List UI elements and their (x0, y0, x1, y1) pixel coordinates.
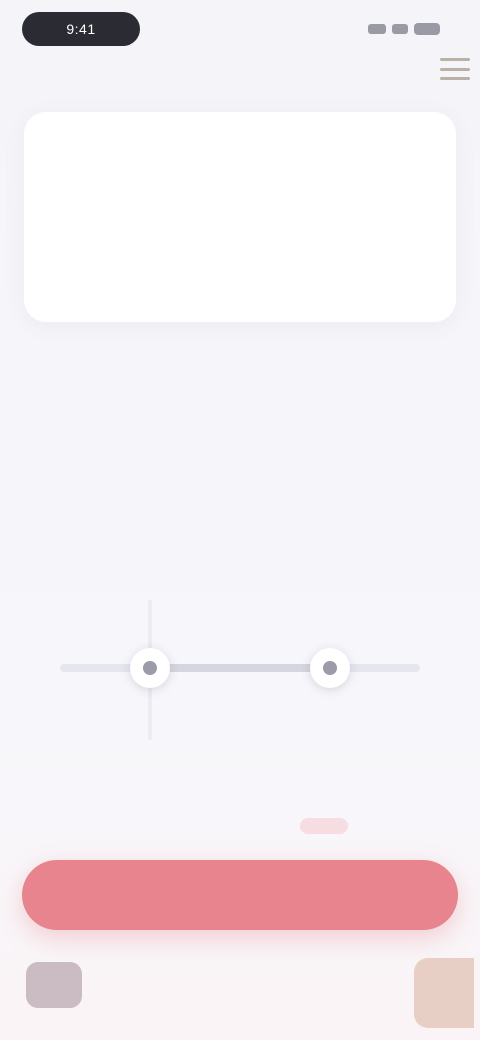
slider-handle-left[interactable] (130, 648, 170, 688)
wifi-icon (392, 24, 408, 34)
cta-badge (300, 818, 348, 834)
signal-icon (368, 24, 386, 34)
battery-icon (414, 23, 440, 35)
range-slider[interactable] (60, 600, 420, 740)
slider-fill (150, 664, 330, 672)
slider-handle-right[interactable] (310, 648, 350, 688)
status-time: 9:41 (22, 12, 140, 46)
info-card (24, 112, 456, 322)
status-bar: 9:41 (0, 0, 480, 80)
back-button[interactable] (26, 962, 82, 1008)
screen: 9:41 (0, 0, 480, 1040)
avatar[interactable] (414, 958, 474, 1028)
primary-cta-button[interactable] (22, 860, 458, 930)
status-icons (354, 22, 440, 36)
menu-icon[interactable] (440, 58, 470, 80)
